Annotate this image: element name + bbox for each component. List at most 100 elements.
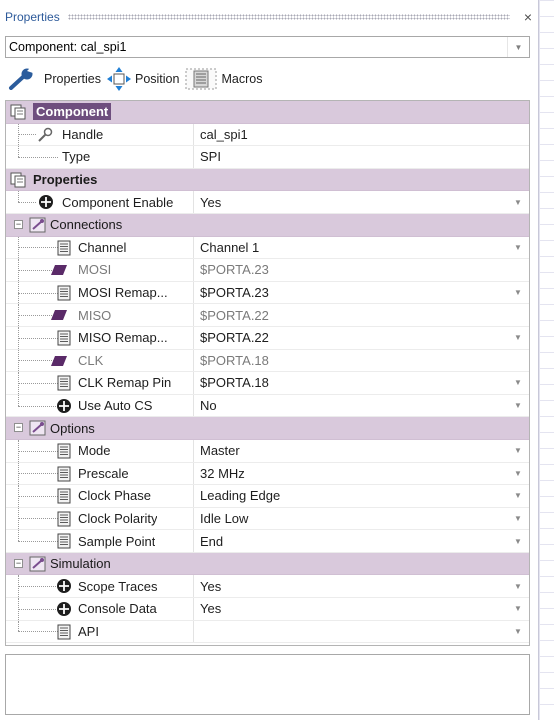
category-label: Options bbox=[50, 420, 95, 436]
property-row[interactable]: MOSI Remap... $PORTA.23 ▼ bbox=[6, 281, 529, 305]
property-row[interactable]: CLK Remap Pin $PORTA.18 ▼ bbox=[6, 372, 529, 395]
property-value[interactable]: Idle Low bbox=[194, 508, 507, 530]
chevron-down-icon[interactable]: ▼ bbox=[507, 327, 529, 349]
chevron-down-icon[interactable]: ▼ bbox=[507, 395, 529, 417]
property-row-handle[interactable]: Handle cal_spi1 bbox=[6, 123, 529, 147]
property-value[interactable]: Master bbox=[194, 440, 507, 462]
category-connections[interactable]: − Connections bbox=[6, 213, 529, 237]
category-properties[interactable]: Properties bbox=[6, 168, 529, 192]
list-sheet-icon bbox=[56, 443, 72, 459]
property-value[interactable]: $PORTA.23 bbox=[194, 259, 507, 281]
property-value[interactable]: $PORTA.23 bbox=[194, 282, 507, 304]
property-value[interactable]: $PORTA.22 bbox=[194, 327, 507, 349]
circle-plus-icon bbox=[56, 601, 72, 617]
collapse-toggle[interactable]: − bbox=[14, 558, 23, 568]
property-value[interactable]: SPI bbox=[194, 146, 507, 168]
properties-panel: Properties × Component: cal_spi1 ▼ Prope… bbox=[0, 0, 538, 720]
property-value[interactable]: Yes bbox=[194, 191, 507, 213]
property-value[interactable]: 32 MHz bbox=[194, 463, 507, 485]
property-value[interactable]: Leading Edge bbox=[194, 485, 507, 507]
chevron-down-icon[interactable]: ▼ bbox=[507, 37, 529, 57]
property-value[interactable]: $PORTA.18 bbox=[194, 350, 507, 372]
property-name: API bbox=[78, 623, 99, 639]
wrench-icon bbox=[9, 68, 33, 90]
chevron-down-icon[interactable]: ▼ bbox=[507, 237, 529, 259]
property-name: CLK bbox=[78, 352, 104, 368]
macros-icon bbox=[185, 68, 217, 90]
property-value[interactable]: End bbox=[194, 530, 507, 552]
list-sheet-icon bbox=[56, 511, 72, 527]
property-value[interactable]: $PORTA.22 bbox=[194, 304, 507, 326]
property-value[interactable]: cal_spi1 bbox=[194, 124, 507, 146]
circle-plus-icon bbox=[56, 578, 72, 594]
macros-button[interactable]: Macros bbox=[185, 68, 262, 90]
properties-button-label: Properties bbox=[44, 72, 101, 86]
list-sheet-icon bbox=[56, 533, 72, 549]
position-button-label: Position bbox=[134, 72, 180, 86]
property-row[interactable]: Mode Master ▼ bbox=[6, 439, 529, 463]
component-select[interactable]: Component: cal_spi1 ▼ bbox=[5, 36, 530, 58]
property-value[interactable]: Yes bbox=[194, 598, 507, 620]
category-options[interactable]: − Options bbox=[6, 417, 529, 440]
list-sheet-icon bbox=[56, 466, 72, 482]
property-value[interactable]: No bbox=[194, 395, 507, 417]
collapse-toggle[interactable]: − bbox=[14, 219, 23, 229]
property-row[interactable]: Clock Phase Leading Edge ▼ bbox=[6, 485, 529, 508]
property-row-component-enable[interactable]: Component Enable Yes ▼ bbox=[6, 191, 529, 214]
property-name: Scope Traces bbox=[78, 578, 158, 594]
chevron-down-icon[interactable]: ▼ bbox=[507, 598, 529, 620]
category-component[interactable]: Component bbox=[6, 101, 529, 124]
key-icon bbox=[37, 127, 53, 143]
property-row[interactable]: MISO $PORTA.22 bbox=[6, 304, 529, 327]
property-row[interactable]: MISO Remap... $PORTA.22 ▼ bbox=[6, 326, 529, 350]
property-name: MISO bbox=[78, 307, 112, 323]
property-row[interactable]: Clock Polarity Idle Low ▼ bbox=[6, 507, 529, 531]
property-name: Channel bbox=[78, 239, 127, 255]
background-grid bbox=[538, 0, 554, 720]
category-simulation[interactable]: − Simulation bbox=[6, 552, 529, 576]
chevron-down-icon[interactable]: ▼ bbox=[507, 372, 529, 394]
property-row[interactable]: API ▼ bbox=[6, 620, 529, 644]
property-row-type[interactable]: Type SPI bbox=[6, 146, 529, 169]
collapse-toggle[interactable]: − bbox=[14, 423, 23, 433]
close-icon[interactable]: × bbox=[518, 9, 538, 25]
property-name: MISO Remap... bbox=[78, 330, 168, 346]
property-value[interactable]: $PORTA.18 bbox=[194, 372, 507, 394]
list-sheet-icon bbox=[56, 285, 72, 301]
chevron-down-icon[interactable]: ▼ bbox=[507, 530, 529, 552]
property-row[interactable]: Prescale 32 MHz ▼ bbox=[6, 462, 529, 486]
property-value[interactable] bbox=[194, 621, 507, 643]
property-row[interactable]: Sample Point End ▼ bbox=[6, 530, 529, 553]
property-row[interactable]: Console Data Yes ▼ bbox=[6, 598, 529, 621]
list-sheet-icon bbox=[56, 240, 72, 256]
move-arrows-icon bbox=[106, 67, 131, 91]
list-sheet-icon bbox=[56, 330, 72, 346]
panel-titlebar[interactable]: Properties × bbox=[0, 0, 538, 34]
property-value[interactable]: Yes bbox=[194, 575, 507, 597]
properties-button[interactable]: Properties bbox=[8, 68, 101, 90]
property-name: Type bbox=[62, 149, 91, 165]
folder-pages-icon bbox=[10, 172, 27, 188]
chevron-down-icon[interactable]: ▼ bbox=[507, 485, 529, 507]
property-row[interactable]: Channel Channel 1 ▼ bbox=[6, 236, 529, 260]
category-label: Properties bbox=[33, 172, 98, 188]
chevron-down-icon[interactable]: ▼ bbox=[507, 575, 529, 597]
chevron-down-icon[interactable]: ▼ bbox=[507, 621, 529, 643]
property-row[interactable]: Scope Traces Yes ▼ bbox=[6, 575, 529, 599]
position-button[interactable]: Position bbox=[106, 67, 180, 91]
property-name: Use Auto CS bbox=[78, 398, 153, 414]
drag-grip[interactable] bbox=[67, 14, 510, 20]
chevron-down-icon[interactable]: ▼ bbox=[507, 463, 529, 485]
property-row[interactable]: Use Auto CS No ▼ bbox=[6, 394, 529, 418]
chevron-down-icon[interactable]: ▼ bbox=[507, 282, 529, 304]
chevron-down-icon[interactable]: ▼ bbox=[507, 191, 529, 213]
property-row[interactable]: MOSI $PORTA.23 bbox=[6, 259, 529, 282]
property-row[interactable]: CLK $PORTA.18 bbox=[6, 349, 529, 373]
property-name: CLK Remap Pin bbox=[78, 375, 172, 391]
chevron-down-icon[interactable]: ▼ bbox=[507, 440, 529, 462]
property-name: Mode bbox=[78, 443, 111, 459]
category-label: Component bbox=[33, 103, 112, 121]
gear-sheet-icon bbox=[28, 556, 48, 572]
chevron-down-icon[interactable]: ▼ bbox=[507, 508, 529, 530]
property-value[interactable]: Channel 1 bbox=[194, 237, 507, 259]
